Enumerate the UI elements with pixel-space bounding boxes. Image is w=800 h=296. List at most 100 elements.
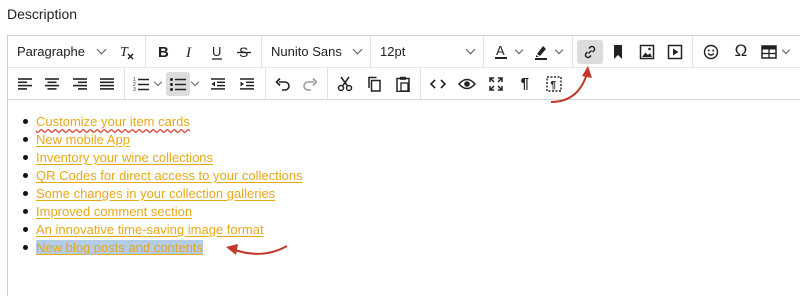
text-style-group: B I U S bbox=[146, 36, 262, 67]
align-right-icon bbox=[72, 77, 87, 90]
alignment-group bbox=[8, 68, 125, 99]
preview-icon bbox=[458, 78, 477, 90]
paste-button[interactable] bbox=[389, 72, 416, 96]
align-justify-button[interactable] bbox=[95, 72, 121, 96]
list-item-link[interactable]: Inventory your wine collections bbox=[36, 150, 213, 165]
chevron-down-icon bbox=[96, 44, 107, 55]
link-button[interactable] bbox=[577, 39, 604, 64]
cut-button[interactable] bbox=[332, 72, 359, 96]
svg-text:B: B bbox=[158, 44, 169, 60]
highlight-chevron-icon[interactable] bbox=[554, 45, 564, 55]
numbered-list-chevron-icon[interactable] bbox=[153, 77, 162, 87]
italic-button[interactable]: I bbox=[177, 40, 202, 64]
rich-text-editor: Paragraphe T B I U S Nunito Sans 12pt A … bbox=[7, 35, 800, 296]
text-color-icon: A bbox=[493, 43, 509, 61]
paragraph-mark-icon: ¶ bbox=[520, 74, 529, 92]
preview-button[interactable] bbox=[454, 72, 481, 96]
bookmark-icon bbox=[612, 44, 624, 60]
paragraph-mark-button[interactable]: ¶ bbox=[511, 72, 538, 96]
numbered-list-button[interactable]: 123 bbox=[129, 72, 153, 96]
emoticon-button[interactable] bbox=[697, 40, 725, 64]
clear-format-button[interactable]: T bbox=[112, 40, 140, 64]
block-format-value: Paragraphe bbox=[17, 44, 85, 59]
show-blocks-icon: ¶ bbox=[545, 75, 562, 92]
symbols-group: Ω bbox=[693, 36, 797, 67]
undo-button[interactable] bbox=[270, 72, 296, 96]
text-color-chevron-icon[interactable] bbox=[514, 45, 524, 55]
copy-button[interactable] bbox=[361, 72, 388, 96]
italic-icon: I bbox=[183, 44, 197, 60]
show-blocks-button[interactable]: ¶ bbox=[540, 72, 567, 96]
list-item: New mobile App bbox=[23, 131, 303, 149]
underline-button[interactable]: U bbox=[205, 40, 230, 64]
list-item-link[interactable]: Improved comment section bbox=[36, 204, 192, 219]
list-item-link[interactable]: New mobile App bbox=[36, 132, 130, 147]
special-char-button[interactable]: Ω bbox=[727, 40, 755, 64]
tools-group: ¶ ¶ bbox=[421, 68, 571, 99]
fullscreen-icon bbox=[489, 76, 503, 91]
numbered-list-icon: 123 bbox=[133, 77, 149, 91]
format-group: Paragraphe T bbox=[8, 36, 146, 67]
highlight-button[interactable] bbox=[528, 40, 554, 64]
outdent-button[interactable] bbox=[204, 72, 232, 96]
toolbar-row-2: 123 ¶ ¶ bbox=[8, 68, 800, 100]
toolbar-row-1: Paragraphe T B I U S Nunito Sans 12pt A … bbox=[8, 36, 800, 68]
bullet-list-chevron-icon[interactable] bbox=[190, 77, 200, 87]
image-button[interactable] bbox=[634, 40, 660, 64]
svg-text:T: T bbox=[120, 45, 129, 60]
strikethrough-icon: S bbox=[237, 44, 252, 60]
bold-button[interactable]: B bbox=[150, 40, 175, 64]
code-button[interactable] bbox=[425, 72, 452, 96]
align-center-icon bbox=[45, 77, 60, 90]
field-label: Description bbox=[7, 6, 78, 22]
align-right-button[interactable] bbox=[67, 72, 93, 96]
chevron-down-icon bbox=[465, 44, 476, 55]
font-size-value: 12pt bbox=[380, 44, 406, 59]
strikethrough-button[interactable]: S bbox=[232, 40, 257, 64]
history-group bbox=[266, 68, 328, 99]
list-item: QR Codes for direct access to your colle… bbox=[23, 167, 303, 185]
align-center-button[interactable] bbox=[40, 72, 66, 96]
outdent-icon bbox=[210, 77, 225, 90]
bullet-list-icon bbox=[170, 77, 187, 91]
editor-content-area[interactable]: Customize your item cards New mobile App… bbox=[8, 100, 800, 296]
media-icon bbox=[667, 44, 683, 60]
svg-text:I: I bbox=[185, 45, 192, 60]
bullet-list-button[interactable] bbox=[166, 71, 191, 96]
redo-icon bbox=[302, 77, 318, 91]
list-item-link[interactable]: An innovative time-saving image format bbox=[36, 222, 264, 237]
media-button[interactable] bbox=[662, 40, 688, 64]
font-size-group: 12pt bbox=[371, 36, 484, 67]
list-item: An innovative time-saving image format bbox=[23, 221, 303, 239]
image-icon bbox=[639, 44, 655, 60]
link-icon bbox=[582, 44, 598, 60]
font-size-dropdown[interactable]: 12pt bbox=[374, 40, 480, 64]
block-format-dropdown[interactable]: Paragraphe bbox=[11, 40, 111, 64]
list-item-link[interactable]: QR Codes for direct access to your colle… bbox=[36, 168, 303, 183]
text-color-button[interactable]: A bbox=[488, 40, 514, 64]
clear-format-icon: T bbox=[118, 44, 134, 60]
copy-icon bbox=[367, 76, 381, 92]
svg-text:A: A bbox=[496, 43, 505, 58]
table-button[interactable] bbox=[757, 40, 781, 64]
list-item-link[interactable]: Some changes in your collection gallerie… bbox=[36, 186, 275, 201]
table-chevron-icon[interactable] bbox=[781, 45, 791, 55]
code-icon bbox=[430, 78, 447, 90]
font-family-dropdown[interactable]: Nunito Sans bbox=[265, 40, 367, 64]
redo-button[interactable] bbox=[298, 72, 324, 96]
special-char-icon: Ω bbox=[734, 41, 748, 60]
list-item: Some changes in your collection gallerie… bbox=[23, 185, 303, 203]
align-left-button[interactable] bbox=[12, 72, 38, 96]
fullscreen-button[interactable] bbox=[483, 72, 510, 96]
list-item-link[interactable]: Customize your item cards bbox=[36, 114, 190, 129]
font-family-group: Nunito Sans bbox=[262, 36, 371, 67]
selected-list-item-link[interactable]: New blog posts and contents bbox=[36, 240, 203, 255]
highlight-icon bbox=[533, 43, 549, 61]
indent-button[interactable] bbox=[233, 72, 261, 96]
chevron-down-icon bbox=[352, 44, 363, 55]
list-item: Inventory your wine collections bbox=[23, 149, 303, 167]
bookmark-button[interactable] bbox=[605, 40, 631, 64]
svg-text:3: 3 bbox=[133, 87, 136, 91]
insert-group bbox=[573, 36, 693, 67]
color-group: A bbox=[484, 36, 573, 67]
